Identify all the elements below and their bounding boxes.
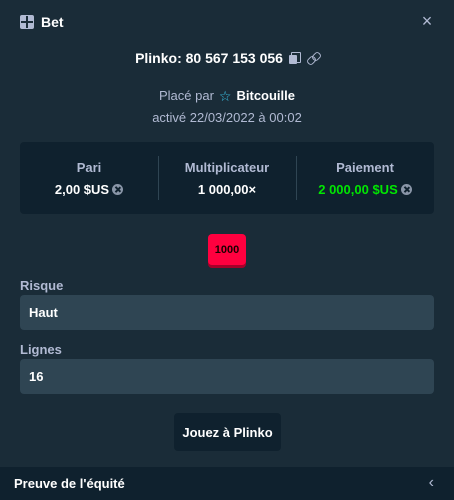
currency-icon — [112, 183, 124, 195]
stat-bet-value: 2,00 $US — [54, 181, 110, 197]
stat-bet: Pari 2,00 $US — [20, 142, 158, 214]
fairness-footer[interactable]: Preuve de l'équité ‹ — [0, 467, 454, 500]
activation-date: activé 22/03/2022 à 00:02 — [152, 110, 302, 125]
currency-icon — [400, 183, 412, 195]
stat-bet-value-row: 2,00 $US — [54, 181, 124, 197]
placed-by-label: Placé par — [159, 88, 214, 103]
bet-stats-panel: Pari 2,00 $US Multiplicateur 1 000,00× P… — [20, 142, 434, 214]
play-plinko-button[interactable]: Jouez à Plinko — [174, 413, 281, 451]
modal-header: Bet × — [0, 0, 454, 44]
bet-id-line: Plinko: 80 567 153 056 — [0, 50, 454, 66]
risk-label: Risque — [20, 278, 64, 293]
close-icon[interactable]: × — [418, 12, 436, 30]
stat-payout-value: 2 000,00 $US — [318, 181, 398, 197]
stat-bet-label: Pari — [76, 159, 102, 175]
placed-by: Placé par ☆ Bitcouille — [0, 88, 454, 103]
lines-label: Lignes — [20, 342, 62, 357]
stat-payout-value-row: 2 000,00 $US — [318, 182, 412, 197]
bet-icon — [20, 15, 34, 29]
fairness-label: Preuve de l'équité — [14, 476, 125, 491]
bet-id: Plinko: 80 567 153 056 — [135, 50, 283, 66]
user-link[interactable]: Bitcouille — [236, 88, 295, 103]
chevron-left-icon[interactable]: ‹ — [429, 474, 434, 492]
stat-multiplier-value: 1 000,00× — [197, 181, 257, 197]
stat-payout: Paiement 2 000,00 $US — [296, 142, 434, 214]
lines-select[interactable]: 16 — [20, 359, 434, 394]
plinko-slot-chip: 1000 — [208, 234, 246, 265]
risk-select[interactable]: Haut — [20, 295, 434, 330]
modal-title: Bet — [41, 14, 64, 30]
star-icon: ☆ — [218, 87, 232, 104]
link-icon[interactable] — [307, 52, 319, 64]
stat-payout-label: Paiement — [336, 159, 394, 175]
copy-icon[interactable] — [288, 52, 301, 64]
stat-multiplier: Multiplicateur 1 000,00× — [158, 142, 296, 214]
stat-multiplier-label: Multiplicateur — [184, 159, 270, 175]
